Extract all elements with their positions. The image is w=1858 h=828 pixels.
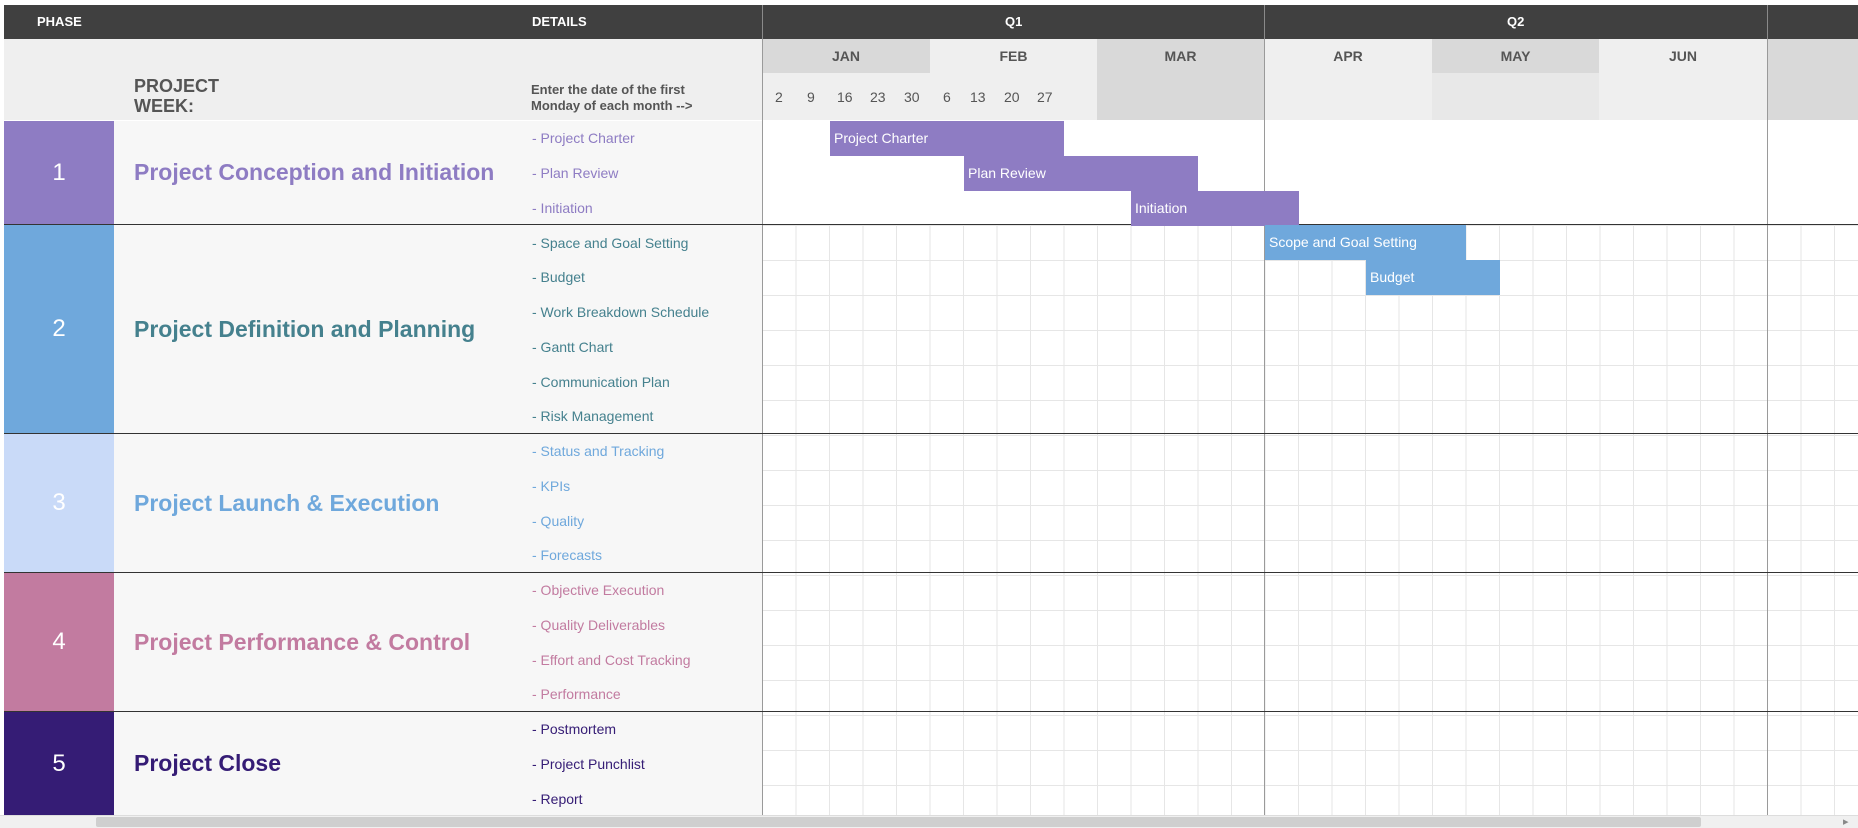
- month-mar: MAR: [1097, 39, 1264, 73]
- quarter-1-header: Q1: [1005, 14, 1023, 29]
- detail-item: - Communication Plan: [532, 374, 670, 390]
- phase-2-number: 2: [4, 225, 114, 433]
- gantt-bar-budget[interactable]: Budget: [1366, 260, 1500, 295]
- header-timeline: Q1 Q2: [762, 5, 1858, 39]
- scroll-right-icon[interactable]: ▸: [1843, 815, 1849, 828]
- phase-3-title: Project Launch & Execution: [114, 434, 526, 572]
- week-number: 30: [904, 89, 920, 105]
- week-number: 2: [775, 89, 783, 105]
- detail-item: - Gantt Chart: [532, 339, 613, 355]
- gantt-bar-project-charter[interactable]: Project Charter: [830, 121, 1064, 156]
- quarter-divider: [1264, 5, 1265, 39]
- grid-divider: [1767, 39, 1768, 815]
- phase-separator: [4, 572, 1858, 573]
- week-cells-may: [1432, 73, 1599, 120]
- gantt-sheet: PHASE DETAILS Q1 Q2 PROJECT WEEK: Enter …: [0, 0, 1858, 828]
- gantt-bar-initiation[interactable]: Initiation: [1131, 191, 1299, 226]
- phase-1-title: Project Conception and Initiation: [114, 121, 526, 224]
- header-left: PHASE DETAILS: [4, 5, 762, 39]
- quarter-divider: [1767, 5, 1768, 39]
- week-number: 27: [1037, 89, 1053, 105]
- detail-item: - Performance: [532, 686, 621, 702]
- detail-item: - Status and Tracking: [532, 443, 665, 459]
- phase-1-number: 1: [4, 121, 114, 224]
- detail-item: - Plan Review: [532, 165, 619, 181]
- week-number: 13: [970, 89, 986, 105]
- detail-item: - Project Charter: [532, 130, 635, 146]
- detail-item: - Report: [532, 791, 583, 807]
- date-instruction: Enter the date of the first Monday of ea…: [531, 82, 693, 113]
- detail-item: - Quality: [532, 513, 585, 529]
- detail-item: - Space and Goal Setting: [532, 235, 689, 251]
- phase-3-number: 3: [4, 434, 114, 572]
- detail-item: - Quality Deliverables: [532, 617, 666, 633]
- phase-4-title: Project Performance & Control: [114, 573, 526, 711]
- week-number: 16: [837, 89, 853, 105]
- detail-item: - Objective Execution: [532, 582, 665, 598]
- quarter-divider: [762, 5, 763, 39]
- week-cells-mar: [1097, 73, 1264, 120]
- scrollbar-thumb[interactable]: [96, 817, 1701, 827]
- detail-item: - Project Punchlist: [532, 756, 645, 772]
- detail-item: - Postmortem: [532, 721, 617, 737]
- phase-separator: [4, 224, 1858, 225]
- month-apr: APR: [1264, 39, 1432, 73]
- week-number: 23: [870, 89, 886, 105]
- phase-separator: [4, 433, 1858, 434]
- month-may: MAY: [1432, 39, 1599, 73]
- grid-divider: [1264, 39, 1265, 815]
- phase-separator: [4, 711, 1858, 712]
- month-jun: JUN: [1599, 39, 1767, 73]
- detail-item: - Budget: [532, 269, 585, 285]
- month-next: [1767, 39, 1858, 73]
- week-number: 9: [807, 89, 815, 105]
- details-header: DETAILS: [532, 14, 587, 29]
- detail-item: - KPIs: [532, 478, 571, 494]
- timeline-grid: [762, 225, 1858, 815]
- phase-5-title: Project Close: [114, 712, 526, 815]
- week-cells-next: [1767, 73, 1858, 120]
- phase-2-title: Project Definition and Planning: [114, 225, 526, 433]
- phase-4-number: 4: [4, 573, 114, 711]
- quarter-2-header: Q2: [1507, 14, 1525, 29]
- gantt-bar-scope-goal-setting[interactable]: Scope and Goal Setting: [1265, 225, 1466, 260]
- project-week-label: PROJECT WEEK:: [134, 76, 220, 116]
- detail-item: - Work Breakdown Schedule: [532, 304, 710, 320]
- phase-header: PHASE: [37, 14, 82, 29]
- week-number: 6: [943, 89, 951, 105]
- detail-item: - Effort and Cost Tracking: [532, 652, 691, 668]
- month-feb: FEB: [930, 39, 1097, 73]
- phase-5-number: 5: [4, 712, 114, 815]
- gantt-bar-plan-review[interactable]: Plan Review: [964, 156, 1198, 191]
- week-number: 20: [1004, 89, 1020, 105]
- month-jan: JAN: [762, 39, 930, 73]
- detail-item: - Initiation: [532, 200, 593, 216]
- grid-divider: [762, 39, 763, 815]
- detail-item: - Risk Management: [532, 408, 654, 424]
- detail-item: - Forecasts: [532, 547, 603, 563]
